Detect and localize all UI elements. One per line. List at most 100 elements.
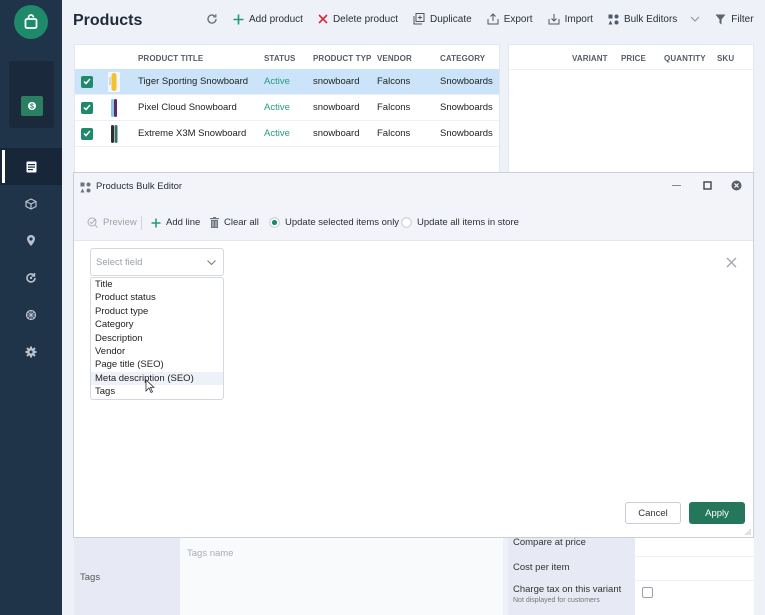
column-header-sku[interactable]: SKU (717, 54, 734, 63)
remove-line-icon[interactable] (726, 257, 737, 268)
product-title: Extreme X3M Snowboard (138, 128, 247, 139)
product-category: Snowboards (440, 76, 493, 87)
sidebar-item-settings[interactable] (0, 333, 62, 370)
row-checkbox[interactable] (81, 75, 93, 88)
apply-button[interactable]: Apply (689, 502, 745, 524)
cancel-button[interactable]: Cancel (625, 502, 681, 524)
product-status: Active (264, 128, 290, 139)
tags-placeholder: Tags name (187, 548, 234, 559)
duplicate-button[interactable]: Duplicate (413, 13, 472, 25)
product-status: Active (264, 76, 290, 87)
row-checkbox[interactable] (81, 127, 93, 140)
tags-label: Tags (80, 572, 101, 583)
import-button[interactable]: Import (548, 13, 593, 25)
product-vendor: Falcons (377, 76, 411, 87)
cost-per-item-label: Cost per item (513, 562, 570, 573)
tags-input[interactable]: Tags name (180, 535, 503, 615)
preview-label: Preview (103, 217, 137, 228)
row-checkbox[interactable] (81, 101, 93, 114)
sidebar-item-products[interactable] (0, 148, 62, 185)
option-vendor[interactable]: Vendor (91, 345, 223, 358)
sidebar-item-locations[interactable] (0, 222, 62, 259)
chevron-down-icon (690, 16, 700, 22)
bulk-editors-button[interactable]: Bulk Editors (608, 14, 700, 25)
app-logo[interactable] (14, 5, 48, 39)
add-line-label: Add line (166, 217, 201, 228)
field-options-list: Title Product status Product type Catego… (90, 277, 224, 400)
bulk-editors-icon (80, 182, 91, 193)
export-icon (487, 13, 499, 25)
product-status: Active (264, 102, 290, 113)
column-header-quantity[interactable]: QUANTITY (664, 54, 706, 63)
sidebar-item-sync[interactable] (0, 259, 62, 296)
column-header-status[interactable]: STATUS (264, 54, 295, 63)
delete-product-button[interactable]: Delete product (318, 14, 398, 25)
preview-icon (87, 217, 98, 228)
add-product-label: Add product (249, 13, 303, 25)
toolbar: Add product Delete product Duplicate Exp… (206, 13, 765, 25)
product-category: Snowboards (440, 128, 493, 139)
compare-at-price-label: Compare at price (513, 537, 586, 548)
plus-icon (233, 14, 244, 24)
refresh-button[interactable] (206, 13, 218, 25)
resize-handle-icon[interactable] (745, 529, 751, 535)
preview-button[interactable]: Preview (87, 217, 137, 228)
column-header-vendor[interactable]: VENDOR (377, 54, 412, 63)
column-header-category[interactable]: CATEGORY (440, 54, 485, 63)
add-line-button[interactable]: Add line (151, 217, 200, 228)
tags-label-cell: Tags (74, 535, 180, 615)
bulk-editor-dialog: Products Bulk Editor Preview Add line Cl… (73, 172, 754, 538)
store-icon: $ (21, 96, 43, 116)
table-row[interactable]: Extreme X3M Snowboard Active snowboard F… (75, 121, 499, 147)
close-icon[interactable] (731, 180, 742, 191)
store-switcher[interactable]: $ (9, 61, 54, 128)
delete-product-label: Delete product (332, 13, 398, 25)
column-header-price[interactable]: PRICE (621, 54, 646, 63)
page-title: Products (73, 12, 143, 29)
option-category[interactable]: Category (91, 318, 223, 331)
select-field-dropdown[interactable]: Select field (90, 248, 224, 276)
update-all-label: Update all items in store (417, 217, 519, 228)
svg-text:$: $ (30, 104, 34, 111)
product-thumbnail (111, 124, 118, 143)
option-product-status[interactable]: Product status (91, 291, 223, 304)
duplicate-icon (413, 13, 425, 25)
export-label: Export (503, 13, 533, 25)
plus-icon (151, 218, 161, 227)
export-button[interactable]: Export (487, 13, 533, 25)
table-row[interactable]: Tiger Sporting Snowboard Active snowboar… (75, 69, 499, 95)
bulk-editors-label: Bulk Editors (623, 13, 678, 25)
sidebar: $ (0, 0, 62, 615)
sidebar-item-inventory[interactable] (0, 185, 62, 222)
option-title[interactable]: Title (91, 278, 223, 291)
update-all-radio[interactable]: Update all items in store (401, 217, 519, 228)
option-description[interactable]: Description (91, 332, 223, 345)
filter-label: Filter (731, 13, 754, 25)
variants-grid: VARIANT PRICE QUANTITY SKU (508, 44, 754, 174)
option-page-title-seo[interactable]: Page title (SEO) (91, 358, 223, 371)
charge-tax-checkbox[interactable] (642, 587, 653, 598)
charge-tax-note: Not displayed for customers (513, 597, 600, 604)
table-row[interactable]: Pixel Cloud Snowboard Active snowboard F… (75, 95, 499, 121)
minimize-icon[interactable] (672, 185, 682, 187)
document-icon (26, 161, 36, 172)
option-tags[interactable]: Tags (91, 385, 223, 398)
sidebar-item-ai[interactable] (0, 296, 62, 333)
trash-icon (210, 217, 219, 228)
maximize-icon[interactable] (703, 181, 712, 190)
mouse-cursor-icon (145, 379, 155, 394)
charge-tax-label: Charge tax on this variant (513, 584, 622, 595)
import-label: Import (564, 13, 593, 25)
cube-icon (25, 197, 37, 210)
filter-button[interactable]: Filter (715, 13, 754, 25)
clear-all-button[interactable]: Clear all (210, 217, 259, 228)
option-product-type[interactable]: Product type (91, 305, 223, 318)
column-header-type[interactable]: PRODUCT TYP (313, 54, 371, 63)
update-selected-radio[interactable]: Update selected items only (269, 217, 399, 228)
column-header-title[interactable]: PRODUCT TITLE (138, 54, 203, 63)
products-grid: PRODUCT TITLE STATUS PRODUCT TYP VENDOR … (74, 44, 500, 174)
option-meta-description-seo[interactable]: Meta description (SEO) (91, 371, 223, 386)
clear-all-label: Clear all (224, 217, 259, 228)
column-header-variant[interactable]: VARIANT (572, 54, 608, 63)
add-product-button[interactable]: Add product (233, 14, 303, 25)
